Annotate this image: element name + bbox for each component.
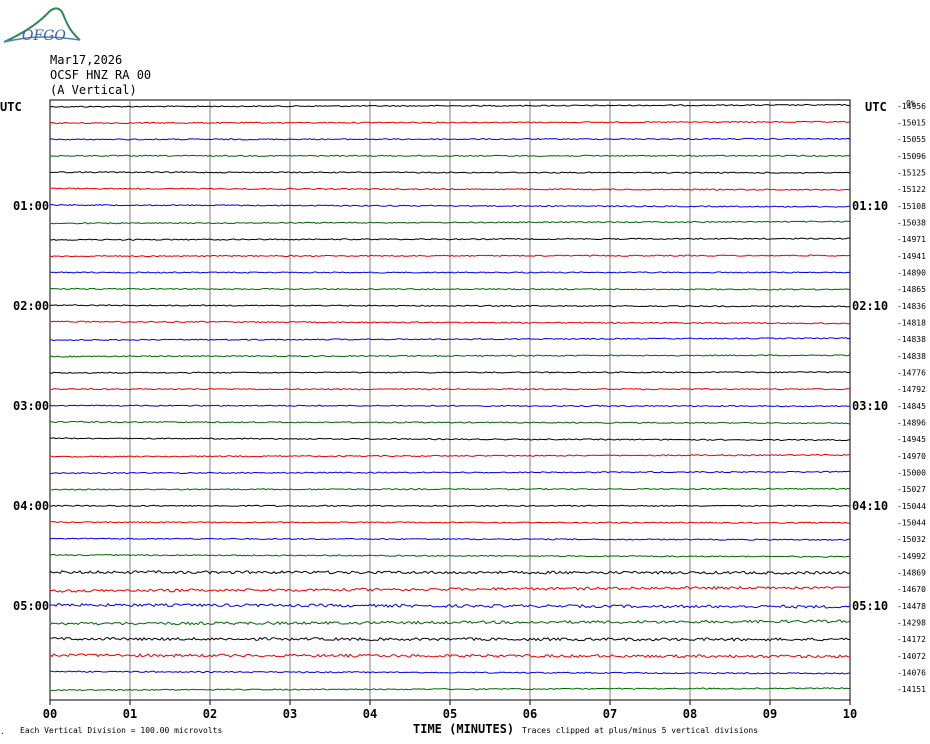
x-tick-label: 08 — [683, 707, 697, 721]
trace-offset-label: -15032 — [897, 535, 926, 544]
trace-offset-label: -15027 — [897, 485, 926, 494]
corner-mark: 0% — [906, 99, 916, 108]
trace-offset-label: -14971 — [897, 235, 926, 244]
left-axis-title: UTC — [0, 100, 22, 114]
trace-offset-label: -14838 — [897, 335, 926, 344]
left-hour-label: 05:00 — [13, 599, 49, 613]
trace-offset-label: -14072 — [897, 652, 926, 661]
trace-offset-label: -14845 — [897, 402, 926, 411]
trace-offset-label: -14970 — [897, 452, 926, 461]
trace-offset-label: -14869 — [897, 569, 926, 578]
trace-offset-label: -14151 — [897, 685, 926, 694]
trace-offset-label: -14792 — [897, 385, 926, 394]
x-tick-label: 03 — [283, 707, 297, 721]
trace-offset-label: -14890 — [897, 269, 926, 278]
trace-offset-label: -15125 — [897, 169, 926, 178]
right-axis-title: UTC — [865, 100, 887, 114]
trace-offset-label: -15000 — [897, 469, 926, 478]
trace-offset-label: -14941 — [897, 252, 926, 261]
trace-offset-label: -15044 — [897, 502, 926, 511]
left-hour-label: 03:00 — [13, 399, 49, 413]
trace-offset-label: -14670 — [897, 585, 926, 594]
left-hour-label: 04:00 — [13, 499, 49, 513]
x-tick-label: 07 — [603, 707, 617, 721]
right-hour-label: 01:10 — [852, 199, 888, 213]
trace-offset-label: -14172 — [897, 635, 926, 644]
trace-offset-label: -14478 — [897, 602, 926, 611]
x-tick-label: 10 — [843, 707, 857, 721]
trace-offset-label: -15108 — [897, 202, 926, 211]
trace-offset-label: -14992 — [897, 552, 926, 561]
x-tick-label: 01 — [123, 707, 137, 721]
x-tick-label: 02 — [203, 707, 217, 721]
left-hour-label: 01:00 — [13, 199, 49, 213]
right-hour-label: 04:10 — [852, 499, 888, 513]
trace-offset-label: -14896 — [897, 419, 926, 428]
footer-clip-note: Traces clipped at plus/minus 5 vertical … — [522, 726, 758, 735]
x-tick-label: 04 — [363, 707, 377, 721]
trace-offset-label: -14838 — [897, 352, 926, 361]
trace-offset-label: -15038 — [897, 219, 926, 228]
trace-offset-label: -14865 — [897, 285, 926, 294]
trace-offset-label: -15055 — [897, 135, 926, 144]
left-hour-label: 02:00 — [13, 299, 49, 313]
trace-offset-label: -14776 — [897, 369, 926, 378]
trace-offset-label: -15015 — [897, 119, 926, 128]
right-hour-label: 03:10 — [852, 399, 888, 413]
trace-offset-label: -15122 — [897, 185, 926, 194]
footer-scale-note: Each Vertical Division = 100.00 microvol… — [20, 726, 222, 735]
x-tick-label: 05 — [443, 707, 457, 721]
x-axis-title: TIME (MINUTES) — [413, 722, 514, 736]
x-tick-label: 09 — [763, 707, 777, 721]
trace-offset-label: -14076 — [897, 669, 926, 678]
x-tick-label: 06 — [523, 707, 537, 721]
trace-offset-label: -14298 — [897, 619, 926, 628]
trace-offset-label: -14836 — [897, 302, 926, 311]
right-hour-label: 05:10 — [852, 599, 888, 613]
right-hour-label: 02:10 — [852, 299, 888, 313]
seismogram-plot: 00 01 02 03 04 05 06 07 08 09 10-14956-15015-15055… — [0, 99, 926, 736]
trace-offset-label: -14818 — [897, 319, 926, 328]
footer-mark: . — [0, 727, 5, 736]
trace-offset-label: -14945 — [897, 435, 926, 444]
trace-offset-label: -15044 — [897, 519, 926, 528]
x-tick-label: 00 — [43, 707, 57, 721]
trace-offset-label: -15096 — [897, 152, 926, 161]
